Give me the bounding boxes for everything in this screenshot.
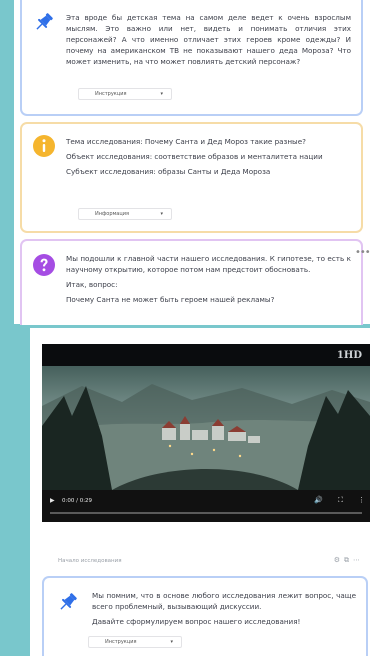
- research-object: Объект исследования: соответствие образо…: [66, 152, 323, 161]
- video-controls: ▶ 0:00 / 0:29 🔊 ⛶ ⋮: [42, 490, 370, 522]
- info-icon: [32, 134, 56, 158]
- dropdown-label: Инструкция: [95, 91, 127, 97]
- question-card: Мы подошли к главной части нашего исслед…: [20, 239, 363, 325]
- volume-icon[interactable]: 🔊: [314, 496, 323, 504]
- question-icon: [32, 253, 56, 277]
- instruction-dropdown[interactable]: Инструкция ▾: [88, 636, 182, 648]
- reminder-text: Мы помним, что в основе любого исследова…: [92, 591, 356, 611]
- info-dropdown[interactable]: Информация ▾: [78, 208, 172, 220]
- instruction-card: Эта вроде бы детская тема на самом деле …: [20, 0, 363, 116]
- research-question: Почему Санта не может быть героем нашей …: [66, 295, 275, 304]
- copy-icon[interactable]: ⧉: [344, 556, 353, 564]
- channel-logo: 1HD: [336, 350, 362, 361]
- info-card: Тема исследования: Почему Санта и Дед Мо…: [20, 122, 363, 233]
- chevron-down-icon: ▾: [170, 639, 173, 645]
- chevron-down-icon: ▾: [160, 211, 163, 217]
- pin-icon: [56, 590, 80, 614]
- chevron-down-icon: ▾: [160, 91, 163, 97]
- question-lead: Итак, вопрос:: [66, 280, 118, 289]
- pin-icon: [32, 10, 56, 34]
- section-tools: ⚙⧉⋯: [334, 556, 364, 565]
- more-options-icon[interactable]: •••: [355, 247, 370, 258]
- card-text: Эта вроде бы детская тема на самом деле …: [66, 13, 351, 66]
- video-player[interactable]: 1HD ▶ 0:00 / 0:29 🔊 ⛶ ⋮: [42, 344, 370, 522]
- dropdown-label: Инструкция: [105, 639, 137, 645]
- video-menu-icon[interactable]: ⋮: [358, 496, 365, 504]
- research-subject: Субъект исследования: образы Санты и Дед…: [66, 167, 271, 176]
- instruction-dropdown[interactable]: Инструкция ▾: [78, 88, 172, 100]
- instruction-card-2: Мы помним, что в основе любого исследова…: [42, 576, 368, 656]
- fullscreen-icon[interactable]: ⛶: [338, 496, 343, 505]
- section-header: Начало исследования ⚙⧉⋯: [42, 548, 368, 576]
- video-thumbnail: [42, 366, 370, 490]
- video-time: 0:00 / 0:29: [62, 498, 93, 504]
- more-options-icon[interactable]: ⋯: [353, 556, 364, 564]
- research-topic: Тема исследования: Почему Санта и Дед Мо…: [66, 137, 306, 146]
- video-frame[interactable]: [42, 366, 370, 490]
- play-icon[interactable]: ▶: [50, 497, 55, 504]
- video-progress-bar[interactable]: [50, 512, 362, 514]
- section-title: Начало исследования: [58, 558, 122, 564]
- hypothesis-text: Мы подошли к главной части нашего исслед…: [66, 254, 351, 274]
- settings-icon[interactable]: ⚙: [334, 556, 344, 564]
- dropdown-label: Информация: [95, 211, 130, 217]
- call-to-action: Давайте сформулируем вопрос нашего иссле…: [92, 617, 301, 626]
